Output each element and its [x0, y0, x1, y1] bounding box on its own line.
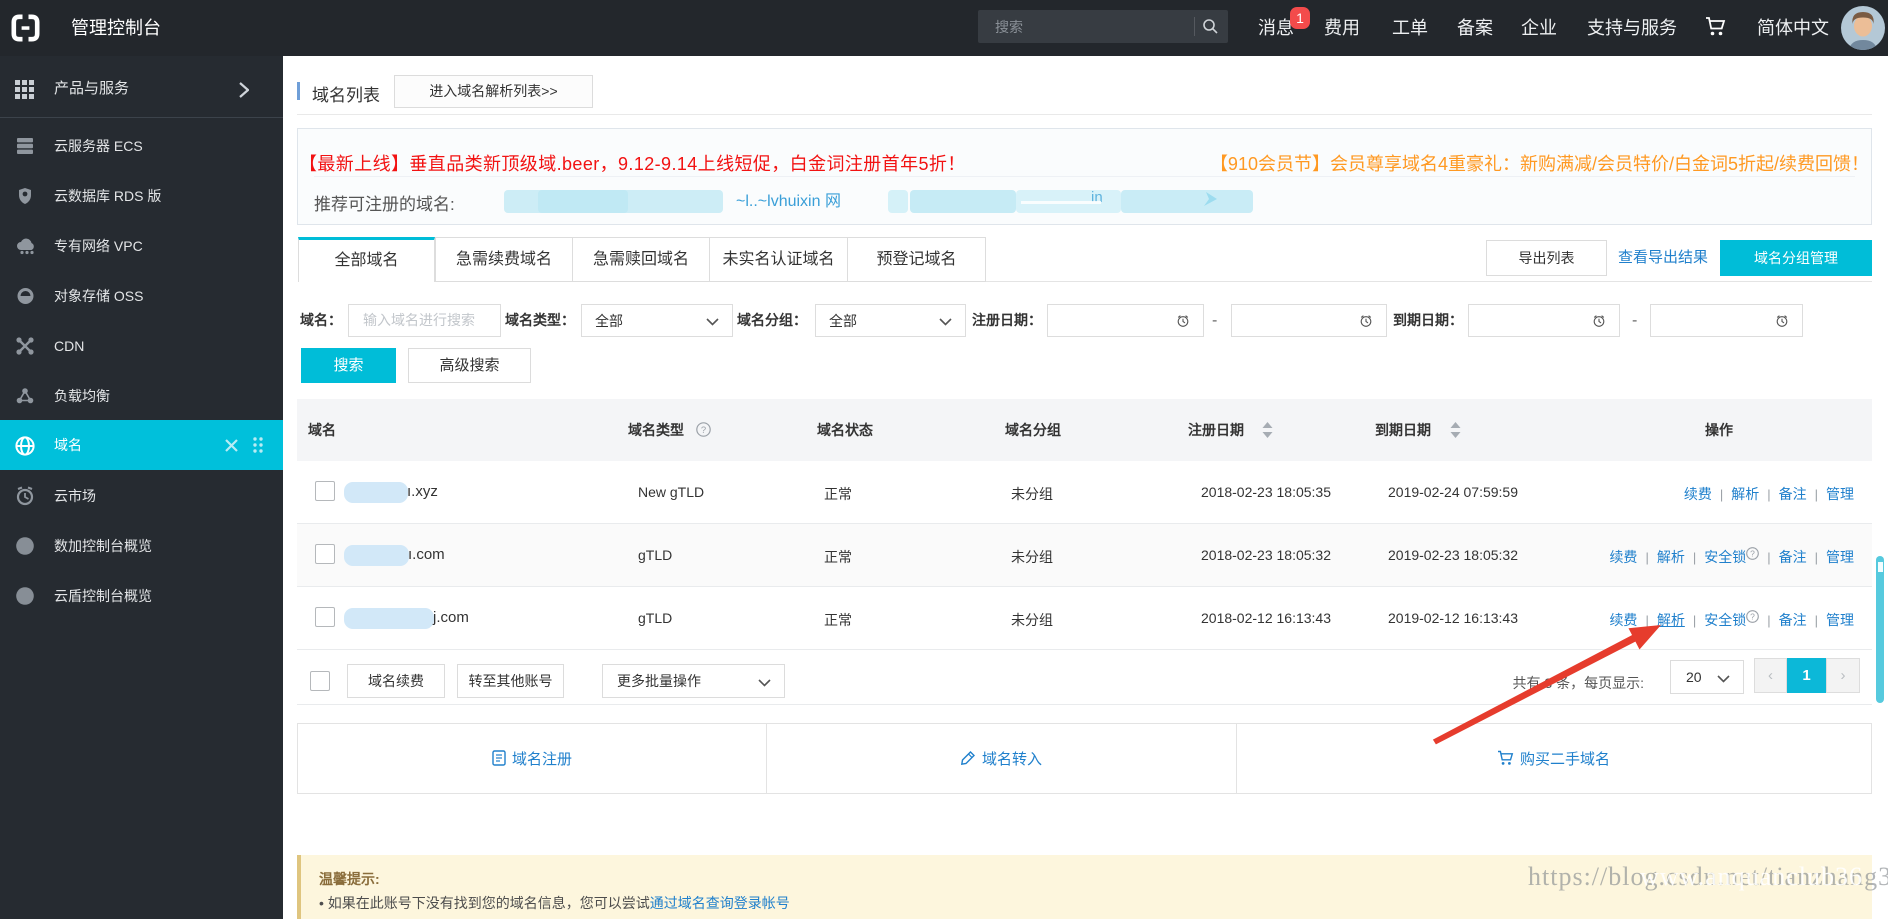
svg-text:?: ? — [1750, 612, 1755, 622]
svg-text:?: ? — [1750, 549, 1755, 559]
svg-text:?: ? — [701, 425, 706, 436]
